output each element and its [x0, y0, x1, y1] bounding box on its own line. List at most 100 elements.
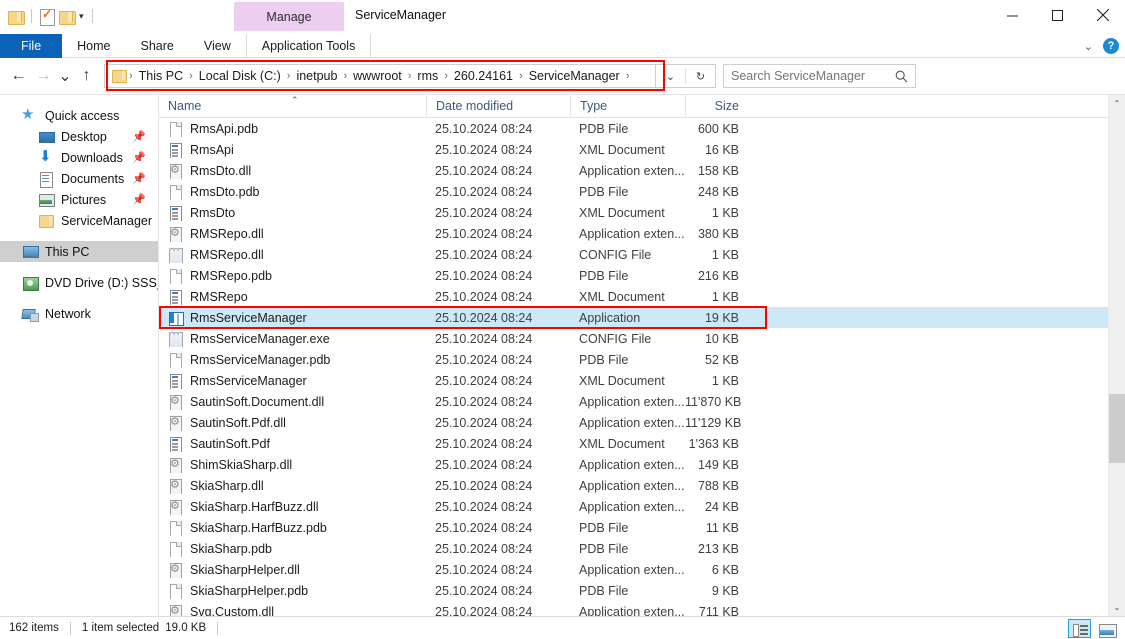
sidebar-item-downloads[interactable]: Downloads 📌 — [0, 147, 158, 168]
table-row[interactable]: RmsDto 25.10.2024 08:24 XML Document 1 KB — [159, 202, 1108, 223]
table-row[interactable]: SautinSoft.Pdf.dll 25.10.2024 08:24 Applic… — [159, 412, 1108, 433]
sidebar-item-servicemanager[interactable]: ServiceManager — [0, 210, 158, 231]
breadcrumb-item-version[interactable]: 260.24161 — [450, 69, 517, 83]
new-folder-icon[interactable] — [59, 10, 76, 25]
breadcrumb-item-servicemanager[interactable]: ServiceManager — [525, 69, 624, 83]
file-name-cell[interactable]: ShimSkiaSharp.dll — [159, 457, 426, 473]
details-view-button[interactable] — [1068, 619, 1091, 638]
table-row[interactable]: SautinSoft.Document.dll 25.10.2024 08:24 A… — [159, 391, 1108, 412]
minimize-button[interactable] — [990, 0, 1035, 30]
address-bar[interactable]: › This PC › Local Disk (C:) › inetpub › … — [104, 64, 656, 88]
table-row[interactable]: ShimSkiaSharp.dll 25.10.2024 08:24 Applica… — [159, 454, 1108, 475]
table-row[interactable]: RMSRepo.pdb 25.10.2024 08:24 PDB File 216 K… — [159, 265, 1108, 286]
file-name-cell[interactable]: RmsApi.pdb — [159, 121, 426, 137]
folder-icon[interactable] — [8, 10, 25, 25]
file-name-cell[interactable]: SkiaSharp.HarfBuzz.dll — [159, 499, 426, 515]
properties-icon[interactable] — [40, 7, 55, 26]
sidebar-item-quick-access[interactable]: Quick access — [0, 105, 158, 126]
table-row[interactable]: SautinSoft.Pdf 25.10.2024 08:24 XML Docume… — [159, 433, 1108, 454]
file-name-cell[interactable]: RmsServiceManager — [159, 373, 426, 389]
column-header-size[interactable]: Size — [685, 94, 775, 118]
table-row[interactable]: RmsServiceManager.pdb 25.10.2024 08:24 PDB… — [159, 349, 1108, 370]
up-button[interactable]: ↑ — [74, 61, 99, 91]
recent-locations-button[interactable]: ⌄ — [56, 61, 74, 91]
table-row[interactable]: SkiaSharpHelper.dll 25.10.2024 08:24 Appli… — [159, 559, 1108, 580]
breadcrumb-item-local-disk[interactable]: Local Disk (C:) — [195, 69, 285, 83]
file-name-cell[interactable]: SkiaSharpHelper.pdb — [159, 583, 426, 599]
refresh-button[interactable]: ↻ — [686, 65, 715, 87]
tab-share[interactable]: Share — [126, 34, 189, 58]
file-name-cell[interactable]: SkiaSharp.HarfBuzz.pdb — [159, 520, 426, 536]
file-name-cell[interactable]: RmsServiceManager.exe — [159, 331, 426, 347]
large-icons-view-button[interactable] — [1095, 619, 1118, 638]
pin-icon[interactable]: 📌 — [132, 130, 146, 143]
tab-file[interactable]: File — [0, 34, 63, 58]
pin-icon[interactable]: 📌 — [132, 172, 146, 185]
maximize-button[interactable] — [1035, 0, 1080, 30]
file-name-cell[interactable]: SautinSoft.Document.dll — [159, 394, 426, 410]
sidebar-item-this-pc[interactable]: This PC — [0, 241, 158, 262]
table-row[interactable]: RMSRepo.dll 25.10.2024 08:24 CONFIG File 1 … — [159, 244, 1108, 265]
file-name-cell[interactable]: RmsDto.pdb — [159, 184, 426, 200]
file-name-cell[interactable]: SkiaSharp.pdb — [159, 541, 426, 557]
breadcrumb-item-this-pc[interactable]: This PC — [135, 69, 187, 83]
tab-application-tools[interactable]: Application Tools — [245, 34, 372, 58]
close-button[interactable] — [1080, 0, 1125, 30]
tab-view[interactable]: View — [189, 34, 246, 58]
file-name-cell[interactable]: RMSRepo.pdb — [159, 268, 426, 284]
table-row[interactable]: SkiaSharp.dll 25.10.2024 08:24 Application… — [159, 475, 1108, 496]
file-name-cell[interactable]: RmsServiceManager.pdb — [159, 352, 426, 368]
breadcrumb[interactable]: › This PC › Local Disk (C:) › inetpub › … — [104, 64, 656, 88]
table-row[interactable]: RmsApi 25.10.2024 08:24 XML Document 16 KB — [159, 139, 1108, 160]
pin-icon[interactable]: 📌 — [132, 151, 146, 164]
file-name-cell[interactable]: RMSRepo.dll — [159, 247, 426, 263]
help-icon[interactable]: ? — [1103, 38, 1119, 54]
search-input[interactable]: Search ServiceManager — [723, 64, 916, 88]
file-name-cell[interactable]: RmsDto.dll — [159, 163, 426, 179]
table-row[interactable]: Svg.Custom.dll 25.10.2024 08:24 Applicatio… — [159, 601, 1108, 616]
file-name-cell[interactable]: RmsServiceManager — [159, 310, 426, 326]
sidebar-item-documents[interactable]: Documents 📌 — [0, 168, 158, 189]
scrollbar-thumb[interactable] — [1108, 394, 1125, 463]
vertical-scrollbar[interactable]: ⌃ ⌄ — [1108, 95, 1125, 616]
sidebar-item-dvd-drive[interactable]: DVD Drive (D:) SSS_X6 — [0, 272, 158, 293]
column-header-type[interactable]: Type — [570, 94, 685, 118]
sidebar-item-pictures[interactable]: Pictures 📌 — [0, 189, 158, 210]
table-row[interactable]: RmsServiceManager.exe 25.10.2024 08:24 CON… — [159, 328, 1108, 349]
history-dropdown-button[interactable]: ⌄ — [656, 65, 685, 87]
forward-button[interactable]: → — [31, 61, 56, 91]
table-row[interactable]: RmsServiceManager 25.10.2024 08:24 XML Doc… — [159, 370, 1108, 391]
chevron-down-icon[interactable]: ⌄ — [1084, 40, 1093, 53]
back-button[interactable]: ← — [6, 61, 31, 91]
table-row[interactable]: SkiaSharp.pdb 25.10.2024 08:24 PDB File 213… — [159, 538, 1108, 559]
scroll-up-button[interactable]: ⌃ — [1109, 95, 1125, 112]
table-row[interactable]: RmsDto.pdb 25.10.2024 08:24 PDB File 248 KB — [159, 181, 1108, 202]
file-name-cell[interactable]: RmsApi — [159, 142, 426, 158]
breadcrumb-item-inetpub[interactable]: inetpub — [292, 69, 341, 83]
pin-icon[interactable]: 📌 — [132, 193, 146, 206]
table-row[interactable]: RmsServiceManager 25.10.2024 08:24 Applica… — [159, 307, 1108, 328]
file-name-cell[interactable]: SautinSoft.Pdf — [159, 436, 426, 452]
file-name-cell[interactable]: SautinSoft.Pdf.dll — [159, 415, 426, 431]
table-row[interactable]: RMSRepo.dll 25.10.2024 08:24 Application e… — [159, 223, 1108, 244]
table-row[interactable]: RMSRepo 25.10.2024 08:24 XML Document 1 KB — [159, 286, 1108, 307]
file-name-cell[interactable]: RMSRepo — [159, 289, 426, 305]
table-row[interactable]: RmsApi.pdb 25.10.2024 08:24 PDB File 600 KB — [159, 118, 1108, 139]
file-name-cell[interactable]: RmsDto — [159, 205, 426, 221]
table-row[interactable]: SkiaSharp.HarfBuzz.dll 25.10.2024 08:24 Ap… — [159, 496, 1108, 517]
breadcrumb-item-wwwroot[interactable]: wwwroot — [349, 69, 406, 83]
scrollbar-track[interactable] — [1108, 112, 1125, 599]
scroll-down-button[interactable]: ⌄ — [1109, 599, 1125, 616]
file-name-cell[interactable]: SkiaSharp.dll — [159, 478, 426, 494]
column-header-date-modified[interactable]: Date modified — [426, 94, 570, 118]
table-row[interactable]: SkiaSharpHelper.pdb 25.10.2024 08:24 PDB F… — [159, 580, 1108, 601]
breadcrumb-item-rms[interactable]: rms — [413, 69, 442, 83]
file-name-cell[interactable]: RMSRepo.dll — [159, 226, 426, 242]
tab-home[interactable]: Home — [62, 34, 125, 58]
chevron-down-icon[interactable]: ▾ — [79, 11, 84, 21]
table-row[interactable]: SkiaSharp.HarfBuzz.pdb 25.10.2024 08:24 PD… — [159, 517, 1108, 538]
file-name-cell[interactable]: SkiaSharpHelper.dll — [159, 562, 426, 578]
file-name-cell[interactable]: Svg.Custom.dll — [159, 604, 426, 616]
table-row[interactable]: RmsDto.dll 25.10.2024 08:24 Application ex… — [159, 160, 1108, 181]
sidebar-item-network[interactable]: Network — [0, 303, 158, 324]
